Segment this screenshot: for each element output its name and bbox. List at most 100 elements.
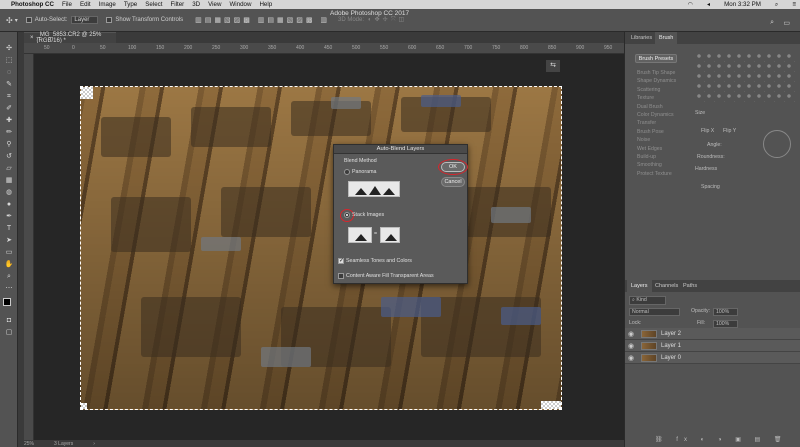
layer-name[interactable]: Layer 0 <box>661 355 681 361</box>
layer-row[interactable]: ◉ Layer 1 <box>625 340 800 352</box>
visibility-eye-icon[interactable]: ◉ <box>625 342 637 350</box>
menu-file[interactable]: File <box>62 1 72 8</box>
history-brush-tool-icon[interactable]: ↺ <box>4 152 14 161</box>
clone-stamp-tool-icon[interactable]: ⚲ <box>4 140 14 149</box>
layer-filter-dropdown[interactable]: ⌕ Kind <box>629 296 666 305</box>
gradient-tool-icon[interactable]: ▦ <box>4 176 14 185</box>
brush-presets-button[interactable]: Brush Presets <box>635 54 677 63</box>
visibility-eye-icon[interactable]: ◉ <box>625 354 637 362</box>
stack-images-radio[interactable] <box>344 212 350 218</box>
menu-filter[interactable]: Filter <box>170 1 184 8</box>
tab-libraries[interactable]: Libraries <box>627 32 656 44</box>
panorama-label[interactable]: Panorama <box>352 169 376 175</box>
spotlight-icon[interactable]: ⌕ <box>775 1 778 9</box>
blend-mode-dropdown[interactable]: Normal <box>629 308 680 316</box>
workspace-icon[interactable]: ▭ <box>783 19 790 27</box>
brush-option-item[interactable]: Build-up <box>637 154 656 160</box>
quick-select-tool-icon[interactable]: ✎ <box>4 80 14 89</box>
menu-help[interactable]: Help <box>259 1 272 8</box>
document-image[interactable] <box>80 86 562 410</box>
menu-edit[interactable]: Edit <box>80 1 91 8</box>
brush-option-item[interactable]: Brush Pose <box>637 129 664 135</box>
more-tools-icon[interactable]: ⋯ <box>4 284 14 293</box>
opacity-field[interactable]: 100% <box>713 308 739 316</box>
auto-select-checkbox[interactable] <box>25 17 32 23</box>
healing-brush-tool-icon[interactable]: ✚ <box>4 116 14 125</box>
menu-window[interactable]: Window <box>229 1 251 8</box>
vertical-ruler[interactable] <box>24 54 34 440</box>
quick-mask-icon[interactable]: ◘ <box>4 316 14 325</box>
layer-row[interactable]: ◉ Layer 0 <box>625 352 800 364</box>
marquee-tool-icon[interactable]: ⬚ <box>4 56 14 65</box>
align-buttons[interactable]: ▥▤▦▧▨▩ ▥▤▦▧▨▩ ▥ <box>195 16 330 24</box>
stack-images-label[interactable]: Stack Images <box>352 212 384 218</box>
cancel-button[interactable]: Cancel <box>441 177 465 187</box>
move-tool-icon[interactable]: ✣ <box>6 16 13 25</box>
brush-option-item[interactable]: Wet Edges <box>637 146 662 152</box>
notification-icon[interactable]: ≡ <box>792 1 796 8</box>
shape-tool-icon[interactable]: ▭ <box>4 248 14 257</box>
brush-option-item[interactable]: Smoothing <box>637 162 662 168</box>
brush-option-item[interactable]: Shape Dynamics <box>637 78 676 84</box>
content-aware-label[interactable]: Content Aware Fill Transparent Areas <box>346 273 434 279</box>
hand-tool-icon[interactable]: ✋ <box>4 260 14 269</box>
zoom-level[interactable]: 25% <box>24 441 34 447</box>
brush-tool-icon[interactable]: ✏ <box>4 128 14 137</box>
content-aware-checkbox[interactable] <box>338 273 344 279</box>
seamless-checkbox[interactable]: ✓ <box>338 258 344 264</box>
document-tab[interactable]: × _MG_5853.CR2 @ 25% (RGB/16) * <box>24 32 116 44</box>
menu-type[interactable]: Type <box>124 1 137 8</box>
layer-name[interactable]: Layer 2 <box>661 331 681 337</box>
status-menu-icon[interactable]: › <box>93 441 95 447</box>
auto-select-dropdown[interactable]: Layer <box>71 16 99 24</box>
volume-icon[interactable]: ◂ <box>707 1 710 8</box>
brush-option-item[interactable]: Brush Tip Shape <box>637 70 675 76</box>
brush-option-item[interactable]: Texture <box>637 95 654 101</box>
tab-channels[interactable]: Channels <box>651 280 682 292</box>
crop-tool-icon[interactable]: ⌗ <box>4 92 14 101</box>
brush-option-item[interactable]: Transfer <box>637 120 656 126</box>
brush-option-item[interactable]: Color Dynamics <box>637 112 674 118</box>
flip-y-label[interactable]: Flip Y <box>723 128 736 134</box>
panorama-radio[interactable] <box>344 169 350 175</box>
layer-row[interactable]: ◉ Layer 2 <box>625 328 800 340</box>
screen-mode-icon[interactable]: ▢ <box>4 328 14 337</box>
search-icon[interactable]: ⌕ <box>770 19 774 27</box>
type-tool-icon[interactable]: T <box>4 224 14 233</box>
close-tab-icon[interactable]: × <box>30 35 34 41</box>
menu-3d[interactable]: 3D <box>192 1 200 8</box>
tab-layers[interactable]: Layers <box>627 280 652 292</box>
visibility-eye-icon[interactable]: ◉ <box>625 330 637 338</box>
pen-tool-icon[interactable]: ✒ <box>4 212 14 221</box>
blur-tool-icon[interactable]: ◍ <box>4 188 14 197</box>
brush-option-item[interactable]: Protect Texture <box>637 171 672 177</box>
clock[interactable]: Mon 3:32 PM <box>724 1 761 8</box>
eyedropper-tool-icon[interactable]: ✐ <box>4 104 14 113</box>
eraser-tool-icon[interactable]: ▱ <box>4 164 14 173</box>
3d-mode-buttons[interactable]: ◐✥✢⤧◫ <box>368 16 407 24</box>
lasso-tool-icon[interactable]: ◌ <box>4 68 14 77</box>
tab-paths[interactable]: Paths <box>679 280 701 292</box>
tool-preset-dropdown-icon[interactable]: ▾ <box>15 17 18 24</box>
ok-button[interactable]: OK <box>441 162 465 172</box>
brush-angle-widget[interactable] <box>763 130 791 158</box>
image-options-icon[interactable]: ⇆ <box>546 60 560 72</box>
fill-field[interactable]: 100% <box>713 320 739 328</box>
document-info[interactable]: 3 Layers <box>54 441 73 447</box>
app-menu[interactable]: Photoshop CC <box>11 1 54 8</box>
tab-brush[interactable]: Brush <box>655 32 678 44</box>
brush-option-item[interactable]: Dual Brush <box>637 104 663 110</box>
transform-controls-checkbox[interactable] <box>106 17 113 23</box>
seamless-label[interactable]: Seamless Tones and Colors <box>346 258 412 264</box>
zoom-tool-icon[interactable]: ⌕ <box>4 272 14 281</box>
dodge-tool-icon[interactable]: ● <box>4 200 14 209</box>
brush-tip-grid[interactable] <box>695 52 795 102</box>
menu-view[interactable]: View <box>208 1 221 8</box>
flip-x-label[interactable]: Flip X <box>701 128 714 134</box>
wifi-icon[interactable]: ◠ <box>688 1 693 8</box>
menu-image[interactable]: Image <box>99 1 116 8</box>
horizontal-ruler[interactable]: 50 0 50 100 150 200 250 300 350 400 450 500 550 600 65… <box>24 43 624 54</box>
menu-select[interactable]: Select <box>145 1 162 8</box>
brush-option-item[interactable]: Scattering <box>637 87 660 93</box>
layer-name[interactable]: Layer 1 <box>661 343 681 349</box>
